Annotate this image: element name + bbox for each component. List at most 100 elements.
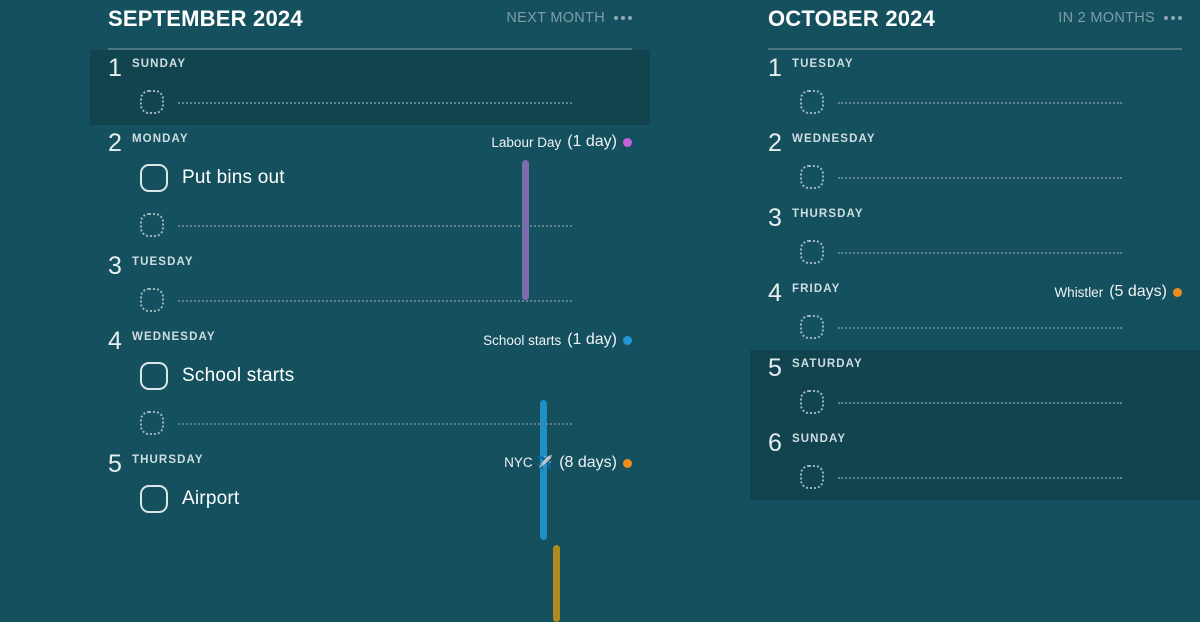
task-input-line[interactable]: [178, 102, 572, 104]
page-title: SEPTEMBER 2024: [108, 6, 303, 31]
month-column-october: OCTOBER 2024 IN 2 MONTHS 1 TUESDAY 2 WEDNES…: [750, 0, 1200, 622]
day-event-chip[interactable]: School starts (1 day): [483, 330, 632, 349]
task-label: School starts: [182, 365, 295, 386]
task-input-line[interactable]: [178, 423, 572, 425]
event-duration: (5 days): [1109, 283, 1167, 300]
task-checkbox[interactable]: [800, 315, 824, 339]
task-input-line[interactable]: [838, 402, 1122, 404]
month-column-september: SEPTEMBER 2024 NEXT MONTH 1 SUNDAY 2 MONDAY…: [90, 0, 650, 622]
task-input-line[interactable]: [838, 102, 1122, 104]
more-options-icon[interactable]: [1164, 16, 1182, 20]
calendar-app: SEPTEMBER 2024 NEXT MONTH 1 SUNDAY 2 MONDAY…: [0, 0, 1200, 622]
task-input-line[interactable]: [838, 327, 1122, 329]
day-header: 2 MONDAY Labour Day (1 day): [108, 129, 632, 157]
task-item[interactable]: School starts: [140, 352, 632, 400]
event-color-dot-icon: [1173, 287, 1182, 297]
day-row[interactable]: 1 TUESDAY: [750, 50, 1200, 125]
task-checkbox[interactable]: [800, 90, 824, 114]
task-input-line[interactable]: [838, 177, 1122, 179]
day-weekday-label: TUESDAY: [792, 58, 854, 70]
day-number: 1: [108, 54, 122, 82]
day-number: 2: [108, 129, 122, 157]
task-checkbox[interactable]: [140, 362, 168, 390]
task-label: Put bins out: [182, 167, 285, 188]
day-row[interactable]: 6 SUNDAY: [750, 425, 1200, 500]
october-header-meta: IN 2 MONTHS: [1058, 0, 1182, 26]
september-header: SEPTEMBER 2024 NEXT MONTH: [90, 0, 650, 48]
task-checkbox[interactable]: [800, 240, 824, 264]
task-list: Put bins out: [108, 154, 632, 248]
day-number: 1: [768, 54, 782, 82]
task-placeholder-row[interactable]: [140, 400, 632, 446]
task-checkbox[interactable]: [800, 390, 824, 414]
day-weekday-label: SUNDAY: [792, 433, 847, 445]
task-placeholder-row[interactable]: [800, 154, 1182, 200]
day-row[interactable]: 4 WEDNESDAY School starts (1 day) School sta…: [90, 323, 650, 446]
day-header: 2 WEDNESDAY: [768, 129, 1182, 157]
day-number: 6: [768, 429, 782, 457]
day-weekday-label: WEDNESDAY: [792, 133, 876, 145]
nyc-trip-bar[interactable]: [553, 545, 560, 622]
task-input-line[interactable]: [838, 252, 1122, 254]
task-list: [768, 304, 1182, 350]
more-options-icon[interactable]: [614, 16, 632, 20]
task-placeholder-row[interactable]: [140, 202, 632, 248]
day-number: 4: [108, 327, 122, 355]
task-input-line[interactable]: [178, 300, 572, 302]
day-row[interactable]: 3 TUESDAY: [90, 248, 650, 323]
day-weekday-label: THURSDAY: [132, 454, 204, 466]
task-item[interactable]: Airport: [140, 475, 632, 523]
task-checkbox[interactable]: [140, 485, 168, 513]
task-checkbox[interactable]: [800, 165, 824, 189]
task-item[interactable]: Put bins out: [140, 154, 632, 202]
day-row[interactable]: 2 MONDAY Labour Day (1 day) Put bins out: [90, 125, 650, 248]
task-list: [768, 79, 1182, 125]
day-header: 5 THURSDAY NYC ✈️ (8 days): [108, 452, 632, 477]
task-placeholder-row[interactable]: [800, 454, 1182, 500]
task-placeholder-row[interactable]: [800, 379, 1182, 425]
task-label: Airport: [182, 488, 240, 509]
task-checkbox[interactable]: [140, 411, 164, 435]
day-header: 4 FRIDAY Whistler (5 days): [768, 279, 1182, 307]
task-list: [768, 229, 1182, 275]
task-input-line[interactable]: [838, 477, 1122, 479]
day-row[interactable]: 4 FRIDAY Whistler (5 days): [750, 275, 1200, 350]
day-number: 2: [768, 129, 782, 157]
task-checkbox[interactable]: [140, 213, 164, 237]
day-number: 3: [108, 252, 122, 280]
left-gutter: [0, 0, 90, 622]
task-checkbox[interactable]: [140, 288, 164, 312]
day-row[interactable]: 5 THURSDAY NYC ✈️ (8 days) Airport: [90, 446, 650, 523]
day-event-chip[interactable]: Whistler (5 days): [1054, 282, 1182, 301]
day-event-chip[interactable]: Labour Day (1 day): [491, 132, 632, 151]
task-checkbox[interactable]: [140, 164, 168, 192]
day-weekday-label: SATURDAY: [792, 358, 863, 370]
event-color-dot-icon: [623, 137, 632, 147]
event-title: Labour Day: [491, 134, 562, 150]
task-list: [768, 379, 1182, 425]
task-list: Airport: [108, 475, 632, 523]
event-title: Whistler: [1054, 284, 1104, 300]
task-placeholder-row[interactable]: [140, 79, 632, 125]
october-day-list: 1 TUESDAY 2 WEDNESDAY 3 THURSDAY 4 FRIDAY Whistl…: [750, 50, 1200, 500]
day-number: 4: [768, 279, 782, 307]
task-list: [108, 277, 632, 323]
task-checkbox[interactable]: [800, 465, 824, 489]
day-event-chip[interactable]: NYC ✈️ (8 days): [504, 453, 632, 472]
task-list: [108, 79, 632, 125]
day-weekday-label: THURSDAY: [792, 208, 864, 220]
day-row[interactable]: 3 THURSDAY: [750, 200, 1200, 275]
task-placeholder-row[interactable]: [800, 304, 1182, 350]
task-input-line[interactable]: [178, 225, 572, 227]
task-placeholder-row[interactable]: [800, 79, 1182, 125]
day-row[interactable]: 5 SATURDAY: [750, 350, 1200, 425]
task-placeholder-row[interactable]: [800, 229, 1182, 275]
event-title: NYC ✈️: [504, 455, 554, 470]
day-row[interactable]: 1 SUNDAY: [90, 50, 650, 125]
task-checkbox[interactable]: [140, 90, 164, 114]
event-duration: (8 days): [559, 454, 617, 471]
task-placeholder-row[interactable]: [140, 277, 632, 323]
september-day-list: 1 SUNDAY 2 MONDAY Labour Day (1 day) Put bins …: [90, 50, 650, 523]
day-row[interactable]: 2 WEDNESDAY: [750, 125, 1200, 200]
task-list: School starts: [108, 352, 632, 446]
